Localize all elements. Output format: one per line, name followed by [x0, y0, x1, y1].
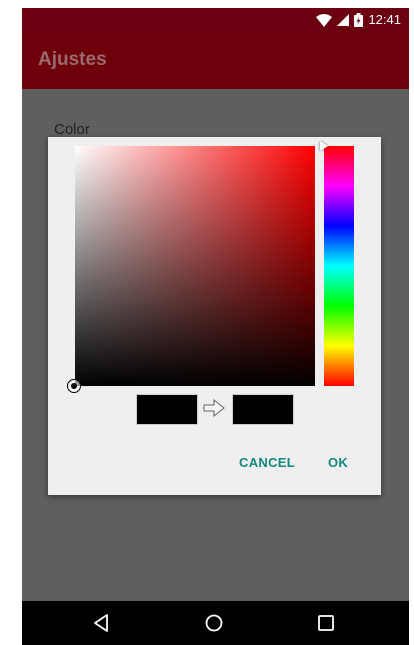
phone-screen: 12:41 Ajustes Color CANCEL OK — [22, 8, 409, 645]
preference-color-label[interactable]: Color — [54, 121, 90, 138]
status-time: 12:41 — [368, 12, 401, 27]
recents-icon[interactable] — [316, 613, 336, 633]
arrow-right-icon — [203, 399, 225, 417]
app-bar: Ajustes — [22, 32, 409, 89]
app-title: Ajustes — [38, 49, 107, 70]
hue-pointer[interactable] — [320, 141, 328, 151]
status-bar: 12:41 — [22, 8, 409, 32]
battery-icon — [354, 13, 364, 27]
color-picker-dialog: CANCEL OK — [48, 137, 381, 495]
old-color-swatch — [136, 394, 198, 425]
back-icon[interactable] — [92, 613, 112, 633]
home-icon[interactable] — [204, 613, 224, 633]
cancel-button[interactable]: CANCEL — [239, 455, 295, 470]
saturation-value-picker[interactable] — [75, 146, 315, 386]
new-color-swatch — [232, 394, 294, 425]
navigation-bar — [22, 601, 409, 645]
wifi-icon — [316, 13, 333, 27]
hue-slider[interactable] — [324, 146, 354, 386]
status-icons: 12:41 — [316, 12, 401, 28]
saturation-value-cursor[interactable] — [67, 379, 81, 393]
signal-icon — [337, 14, 350, 26]
ok-button[interactable]: OK — [328, 455, 348, 470]
